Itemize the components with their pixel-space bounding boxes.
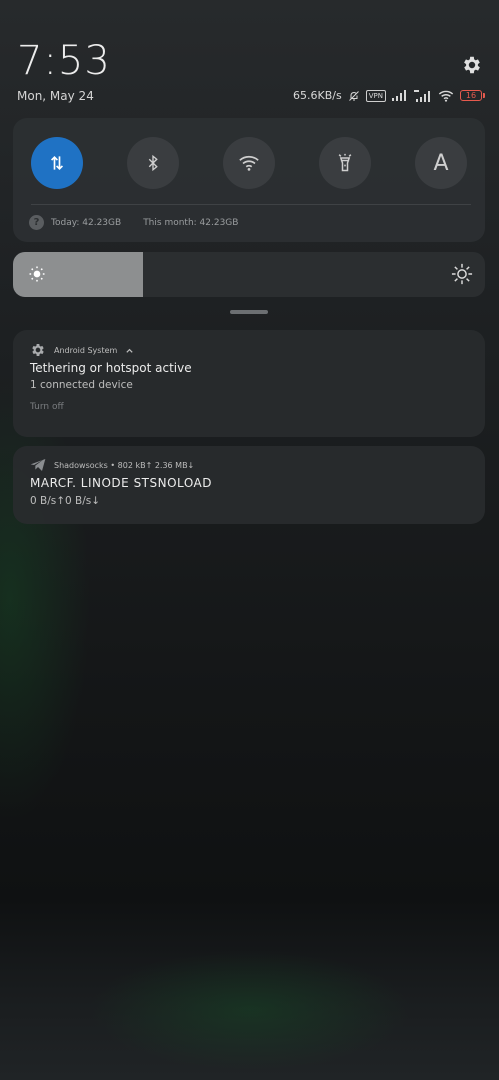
signal-icon bbox=[414, 89, 430, 102]
wifi-icon bbox=[438, 90, 454, 102]
data-usage[interactable]: ? Today: 42.23GB This month: 42.23GB bbox=[29, 215, 238, 230]
notification-app-name: Shadowsocks • 802 kB↑ 2.36 MB↓ bbox=[54, 460, 195, 470]
gear-icon bbox=[32, 344, 44, 356]
letter-a-icon: A bbox=[433, 150, 449, 176]
tile-mobile-data[interactable] bbox=[31, 137, 83, 189]
notification-app-name: Android System bbox=[54, 345, 118, 355]
chevron-up-icon[interactable] bbox=[125, 346, 134, 355]
notification-shadowsocks[interactable]: Shadowsocks • 802 kB↑ 2.36 MB↓ MARCF. LI… bbox=[13, 446, 485, 524]
notification-title: Tethering or hotspot active bbox=[30, 361, 192, 375]
turn-off-button[interactable]: Turn off bbox=[30, 402, 64, 412]
status-bar: 65.6KB/s VPN 16 bbox=[293, 89, 485, 102]
brightness-slider[interactable] bbox=[13, 252, 485, 297]
network-speed: 65.6KB/s bbox=[293, 89, 342, 102]
bluetooth-icon bbox=[148, 154, 158, 172]
wifi-icon bbox=[239, 155, 259, 171]
notification-tethering[interactable]: Android System Tethering or hotspot acti… bbox=[13, 330, 485, 437]
notification-text: 0 B/s↑0 B/s↓ bbox=[30, 495, 101, 507]
tile-auto-brightness[interactable]: A bbox=[415, 137, 467, 189]
notification-text: 1 connected device bbox=[30, 379, 133, 391]
sun-large-icon bbox=[451, 263, 473, 285]
battery-level: 16 bbox=[460, 90, 482, 101]
paper-plane-icon bbox=[30, 459, 46, 471]
clock-date: Mon, May 24 bbox=[17, 89, 94, 103]
clock-time: 7:53 bbox=[17, 38, 111, 84]
flashlight-icon bbox=[338, 153, 352, 172]
divider bbox=[31, 204, 471, 205]
tile-wifi[interactable] bbox=[223, 137, 275, 189]
settings-button[interactable] bbox=[461, 54, 483, 76]
data-usage-icon: ? bbox=[29, 215, 44, 230]
quick-settings-panel: A ? Today: 42.23GB This month: 42.23GB bbox=[13, 118, 485, 242]
drag-handle[interactable] bbox=[230, 310, 268, 314]
bell-off-icon bbox=[348, 90, 359, 101]
tile-flashlight[interactable] bbox=[319, 137, 371, 189]
signal-icon bbox=[392, 90, 406, 101]
data-usage-month: This month: 42.23GB bbox=[143, 217, 239, 228]
arrows-updown-icon bbox=[50, 155, 64, 171]
gear-icon bbox=[464, 56, 480, 74]
battery-indicator: 16 bbox=[460, 90, 485, 101]
sun-small-icon bbox=[29, 266, 45, 282]
data-usage-today: Today: 42.23GB bbox=[51, 217, 122, 228]
vpn-badge: VPN bbox=[365, 89, 386, 102]
notification-title: MARCF. LINODE STSNOLOAD bbox=[30, 476, 212, 490]
tile-bluetooth[interactable] bbox=[127, 137, 179, 189]
